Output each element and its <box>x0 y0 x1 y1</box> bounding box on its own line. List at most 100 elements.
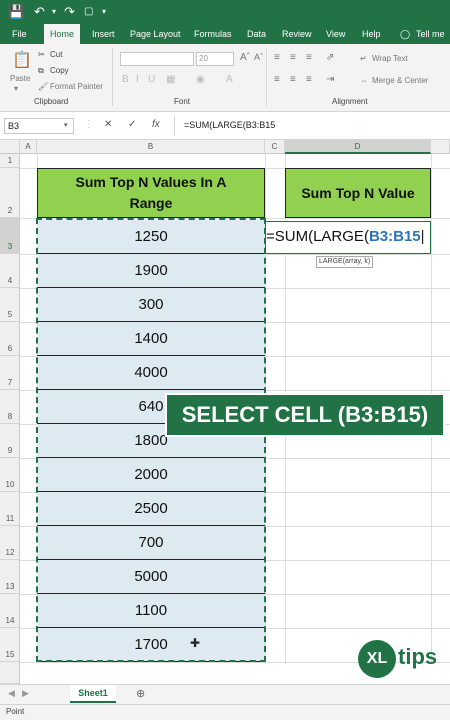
table-header-cell[interactable]: Sum Top N Values In A Range <box>37 168 265 218</box>
row-header[interactable]: 4 <box>0 254 20 288</box>
font-grow-icon[interactable]: Aˆ <box>240 52 250 63</box>
ribbon-divider <box>266 48 267 106</box>
paste-label[interactable]: Paste <box>10 74 30 83</box>
tab-page-layout[interactable]: Page Layout <box>130 24 181 44</box>
wrap-text-icon[interactable]: ↵ <box>360 54 367 63</box>
row-header[interactable]: 9 <box>0 424 20 458</box>
lightbulb-icon[interactable]: ◯ <box>400 24 410 44</box>
row-header[interactable]: 8 <box>0 390 20 424</box>
tab-scroll-left-icon[interactable]: ◀ <box>8 688 15 699</box>
chevron-down-icon[interactable]: ▾ <box>14 84 18 93</box>
cell-formula-text[interactable]: =SUM(LARGE(B3:B15| <box>266 228 425 245</box>
ribbon-divider <box>112 48 113 106</box>
row-header[interactable]: 1 <box>0 154 20 168</box>
italic-icon[interactable]: I <box>136 74 139 85</box>
borders-icon[interactable]: ▦ <box>166 74 175 85</box>
font-color-icon[interactable]: A <box>226 74 233 85</box>
format-painter-icon[interactable]: 🖌 <box>38 82 48 91</box>
formula-divider <box>174 116 175 136</box>
row-header[interactable]: 10 <box>0 458 20 492</box>
more-icon: ⋮ <box>84 119 94 130</box>
bold-icon[interactable]: B <box>122 74 129 85</box>
column-header-c[interactable]: C <box>265 140 285 154</box>
paste-icon[interactable]: 📋 <box>12 50 32 70</box>
indent-icon[interactable]: ⇥ <box>326 74 334 85</box>
insert-function-button[interactable]: fx <box>152 119 160 130</box>
cut-icon[interactable]: ✂ <box>38 50 45 59</box>
tell-me-search[interactable]: Tell me <box>416 24 445 44</box>
undo-icon[interactable]: ↶ <box>34 4 45 20</box>
align-center-icon[interactable]: ≡ <box>290 74 296 85</box>
add-sheet-icon[interactable]: ⊕ <box>136 687 145 700</box>
font-group-label: Font <box>174 97 191 106</box>
sheet-tab-sheet1[interactable]: Sheet1 <box>70 685 116 703</box>
instruction-banner: SELECT CELL (B3:B15) <box>165 393 445 437</box>
tab-home[interactable]: Home <box>44 24 81 44</box>
select-all-corner[interactable] <box>0 140 20 154</box>
column-header-d[interactable]: D <box>285 140 431 154</box>
column-header-e[interactable] <box>431 140 450 154</box>
logo-text: tips <box>398 644 438 669</box>
format-painter-button[interactable]: Format Painter <box>50 82 103 91</box>
font-shrink-icon[interactable]: Aˇ <box>254 52 263 62</box>
clipboard-group-label: Clipboard <box>34 97 69 106</box>
row-header[interactable]: 7 <box>0 356 20 390</box>
column-header-b[interactable]: B <box>37 140 265 154</box>
align-top-icon[interactable]: ≡ <box>274 52 280 63</box>
merge-center-button[interactable]: Merge & Center <box>372 76 428 85</box>
cursor-icon: ✚ <box>190 636 201 650</box>
font-size-input[interactable]: 20 <box>196 52 234 66</box>
cancel-icon[interactable]: ✕ <box>104 119 112 130</box>
row-header[interactable]: 14 <box>0 594 20 628</box>
undo-dropdown-icon[interactable]: ▾ <box>52 4 56 20</box>
row-header[interactable]: 15 <box>0 628 20 662</box>
align-middle-icon[interactable]: ≡ <box>290 52 296 63</box>
tab-file[interactable]: File <box>12 24 27 44</box>
sheet-tab-bar: ◀ ▶ Sheet1 ⊕ <box>0 684 450 704</box>
row-header[interactable]: 12 <box>0 526 20 560</box>
tab-insert[interactable]: Insert <box>92 24 115 44</box>
align-bottom-icon[interactable]: ≡ <box>306 52 312 63</box>
cut-button[interactable]: Cut <box>50 50 62 59</box>
row-header[interactable]: 3 <box>0 218 20 254</box>
row-header[interactable]: 6 <box>0 322 20 356</box>
selection-range <box>36 218 266 662</box>
font-name-input[interactable] <box>120 52 194 66</box>
tab-view[interactable]: View <box>326 24 345 44</box>
align-right-icon[interactable]: ≡ <box>306 74 312 85</box>
copy-button[interactable]: Copy <box>50 66 69 75</box>
title-bar: 💾 ↶ ▾ ↷ ▢ ▾ <box>0 0 450 24</box>
row-header[interactable] <box>0 662 20 684</box>
row-header[interactable]: 5 <box>0 288 20 322</box>
status-bar: Point <box>0 704 450 720</box>
alignment-group-label: Alignment <box>332 97 368 106</box>
tab-help[interactable]: Help <box>362 24 381 44</box>
tab-formulas[interactable]: Formulas <box>194 24 232 44</box>
row-header[interactable]: 2 <box>0 168 20 218</box>
save-icon[interactable]: 💾 <box>8 4 24 20</box>
formula-bar: B3 ▾ ⋮ ✕ ✓ fx =SUM(LARGE(B3:B15 <box>0 112 450 140</box>
row-header[interactable]: 13 <box>0 560 20 594</box>
tab-data[interactable]: Data <box>247 24 266 44</box>
result-header-cell[interactable]: Sum Top N Value <box>285 168 431 218</box>
orientation-icon[interactable]: ⇗ <box>326 52 334 63</box>
customize-dropdown-icon[interactable]: ▾ <box>102 4 106 20</box>
ribbon: 📋 Paste ▾ ✂ Cut ⧉ Copy 🖌 Format Painter … <box>0 44 450 112</box>
copy-icon[interactable]: ⧉ <box>38 66 44 76</box>
align-left-icon[interactable]: ≡ <box>274 74 280 85</box>
name-box-dropdown-icon[interactable]: ▾ <box>64 121 68 129</box>
redo-icon[interactable]: ↷ <box>64 4 75 20</box>
merge-center-icon[interactable]: ⇔ <box>360 76 368 85</box>
quick-access-icon[interactable]: ▢ <box>84 4 93 20</box>
row-header[interactable]: 11 <box>0 492 20 526</box>
underline-icon[interactable]: U <box>148 74 155 85</box>
enter-icon[interactable]: ✓ <box>128 119 136 130</box>
logo-badge: XL <box>358 640 396 678</box>
tab-review[interactable]: Review <box>282 24 312 44</box>
formula-input[interactable]: =SUM(LARGE(B3:B15 <box>184 120 275 130</box>
function-tooltip[interactable]: LARGE(array, k) <box>316 256 374 268</box>
tab-scroll-right-icon[interactable]: ▶ <box>22 688 29 699</box>
fill-color-icon[interactable]: ◉ <box>196 74 205 85</box>
wrap-text-button[interactable]: Wrap Text <box>372 54 408 63</box>
column-header-a[interactable]: A <box>20 140 37 154</box>
